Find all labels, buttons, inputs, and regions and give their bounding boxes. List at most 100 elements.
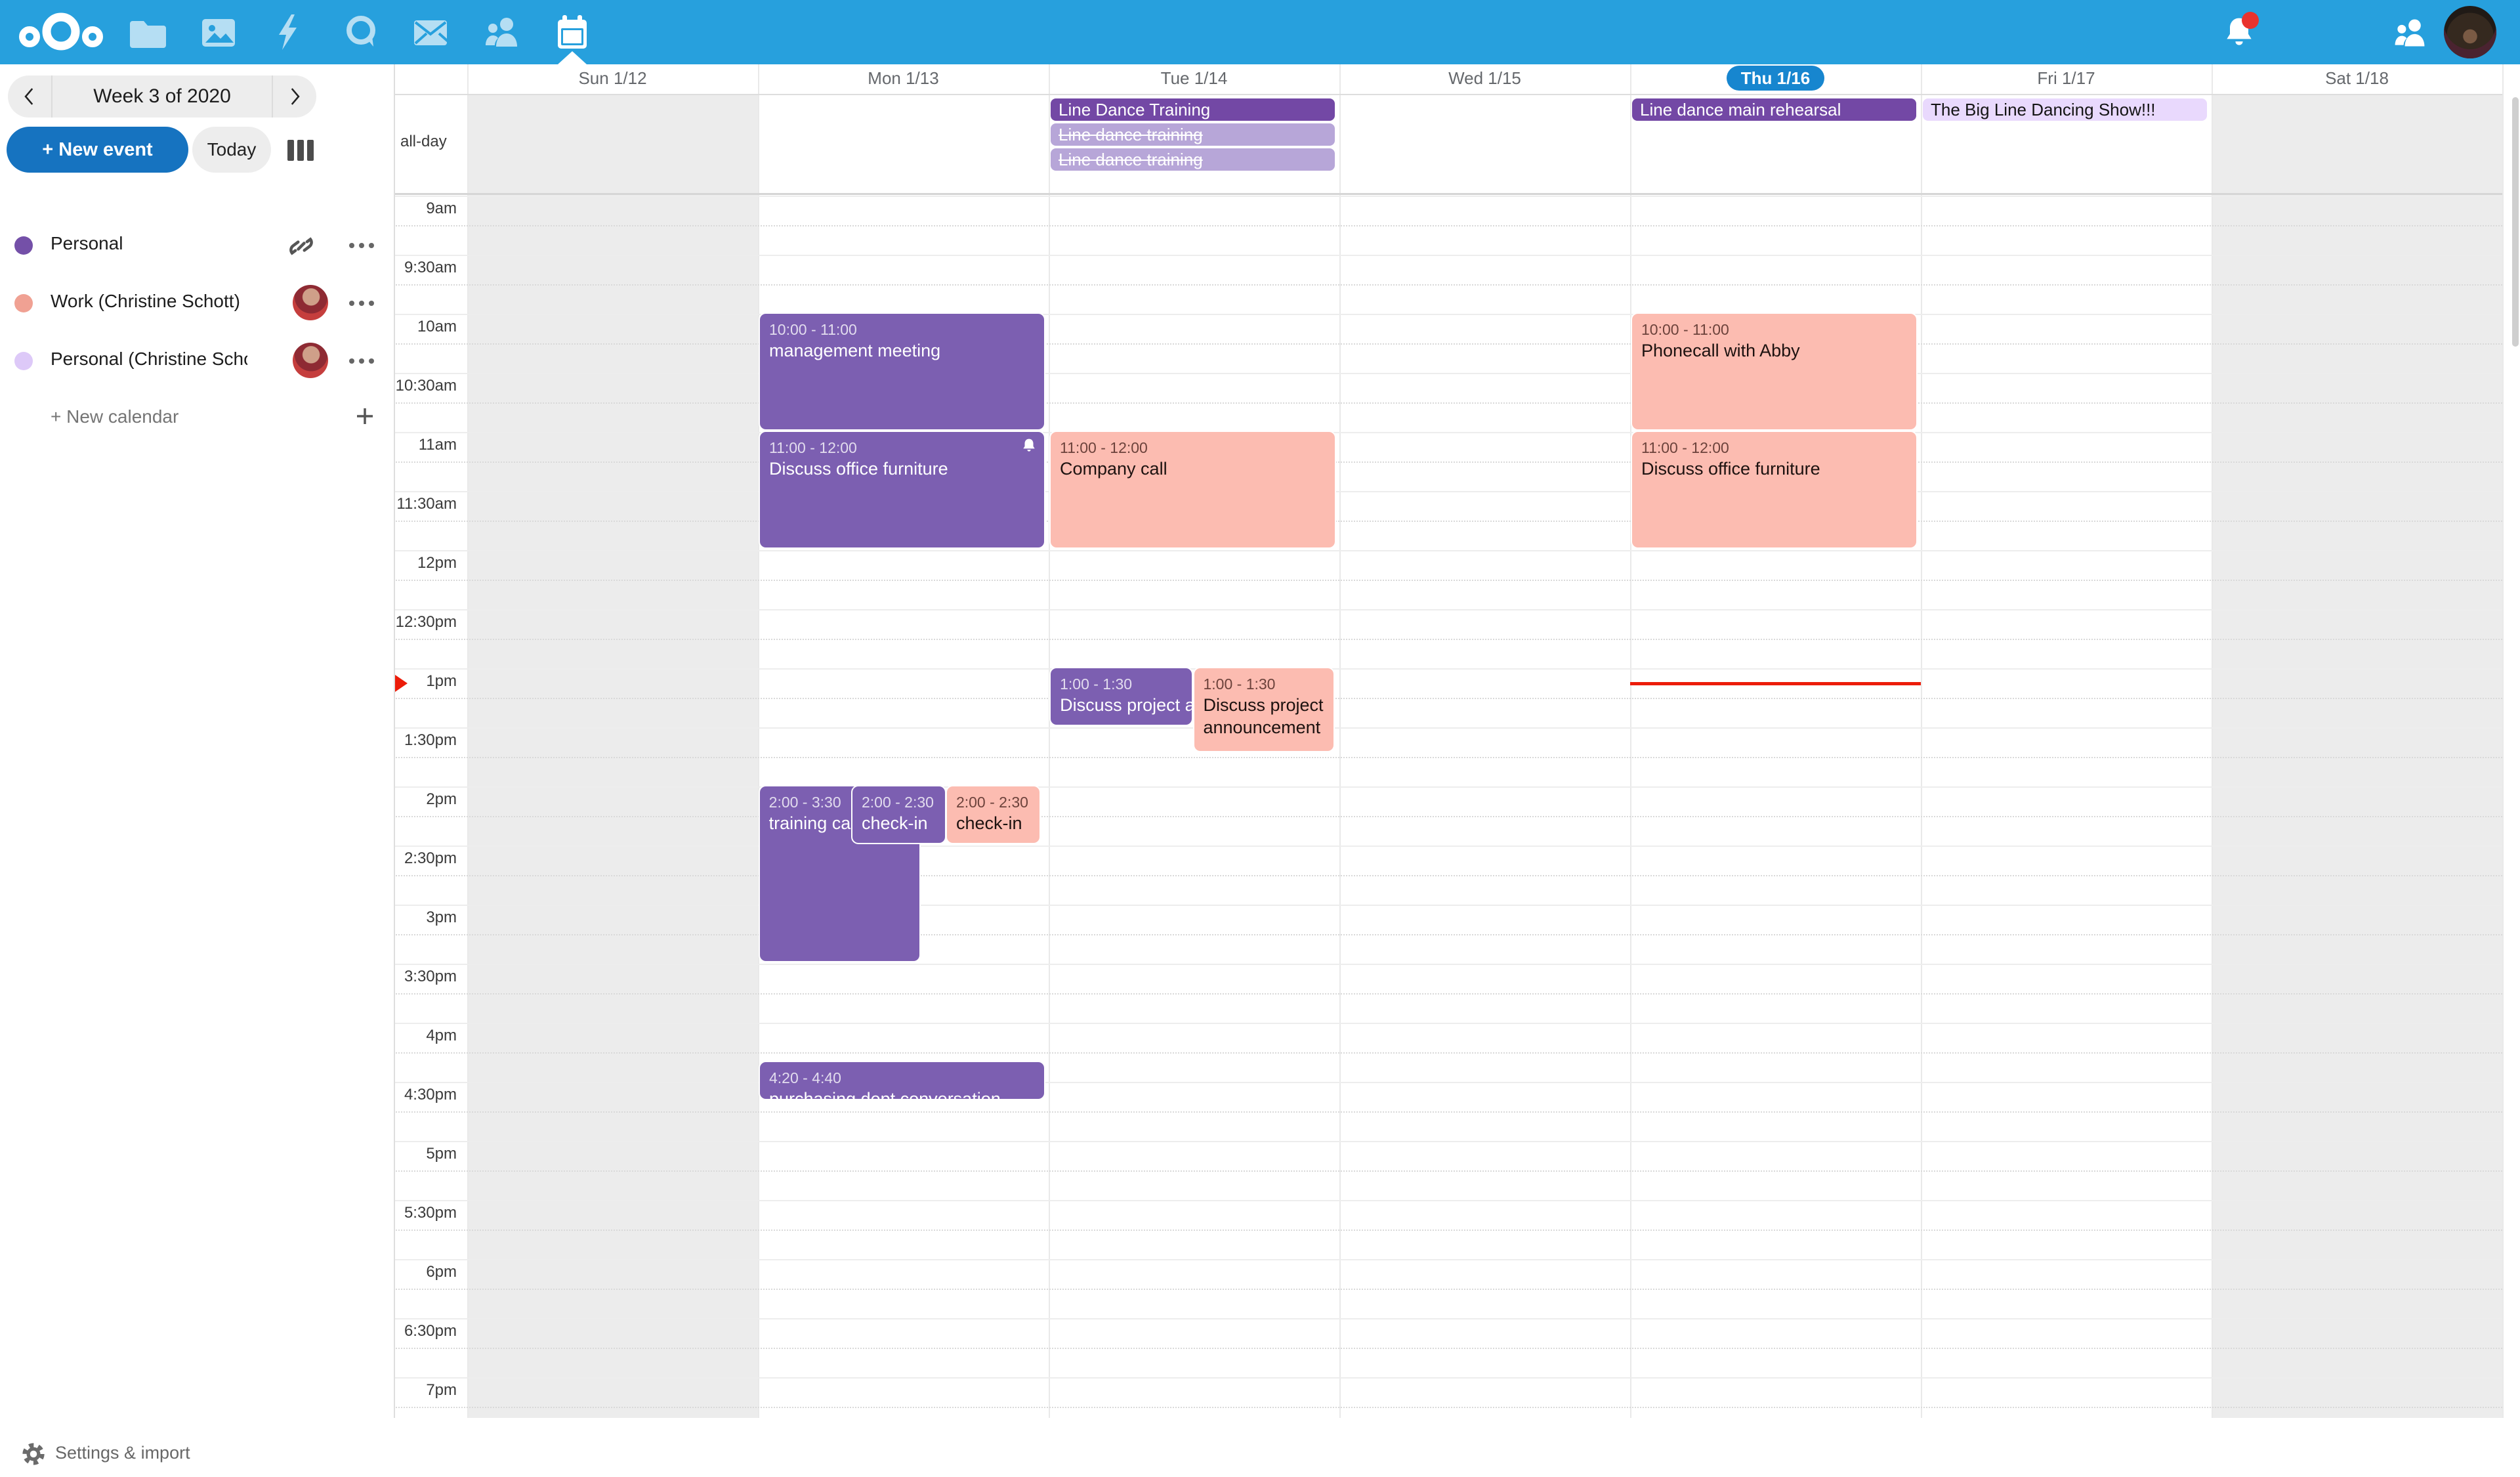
today-pill[interactable]: Thu 1/16 — [1727, 66, 1824, 91]
calendar-name: Work (Christine Schott) — [51, 291, 240, 312]
all-day-label: all-day — [400, 133, 463, 151]
plus-icon — [353, 404, 377, 428]
view-switcher-icon[interactable] — [287, 140, 314, 161]
nextcloud-logo[interactable] — [18, 9, 104, 55]
time-axis-label: 6pm — [394, 1263, 457, 1281]
calendar-list-item[interactable]: Work (Christine Schott) — [0, 274, 394, 332]
calendar-actions-menu-icon[interactable] — [349, 236, 378, 255]
active-app-pointer — [558, 51, 587, 64]
week-navigation: Week 3 of 2020 — [8, 75, 316, 118]
time-axis-label: 6:30pm — [394, 1322, 457, 1340]
day-header: Thu 1/16 — [1630, 64, 1921, 94]
event-time: 11:00 - 12:00 — [1641, 438, 1910, 458]
divider — [394, 94, 2502, 95]
app-icon-contacts[interactable] — [482, 12, 521, 53]
previous-week-button[interactable] — [8, 75, 51, 118]
timed-event[interactable]: 1:00 - 1:30Discuss project announcement — [1194, 668, 1334, 751]
contacts-menu-icon[interactable] — [2391, 14, 2428, 51]
calendar-actions-menu-icon[interactable] — [349, 352, 378, 370]
app-icon-activity[interactable] — [270, 12, 309, 53]
app-icon-talk[interactable] — [342, 12, 381, 53]
user-avatar[interactable] — [2444, 6, 2496, 58]
grid-vertical-line — [2502, 64, 2504, 1418]
timed-event[interactable]: 2:00 - 2:30check-in — [852, 786, 945, 843]
today-button[interactable]: Today — [192, 127, 271, 173]
event-time: 11:00 - 12:00 — [1060, 438, 1328, 458]
event-time: 10:00 - 11:00 — [769, 320, 1038, 339]
day-header: Sat 1/18 — [2212, 64, 2502, 94]
calendar-list-item[interactable]: Personal (Christine Scho... — [0, 332, 394, 390]
timed-event[interactable]: 1:00 - 1:30Discuss project announcement — [1051, 668, 1192, 725]
event-time: 1:00 - 1:30 — [1204, 674, 1328, 694]
shared-calendar-avatar — [293, 285, 328, 320]
app-icon-mail[interactable] — [411, 12, 450, 53]
settings-import[interactable]: Settings & import — [0, 1435, 394, 1477]
time-axis-label: 9am — [394, 200, 457, 218]
timed-event[interactable]: 10:00 - 11:00Phonecall with Abby — [1632, 314, 1916, 429]
event-title: Discuss project announcement — [1060, 694, 1185, 716]
time-axis-label: 10:30am — [394, 377, 457, 395]
app-icon-files[interactable] — [128, 12, 167, 53]
calendar-name: Personal (Christine Scho... — [51, 349, 247, 370]
day-header: Fri 1/17 — [1921, 64, 2212, 94]
alarm-bell-icon — [1020, 437, 1038, 456]
sidebar: Week 3 of 2020 + New event Today Persona… — [0, 64, 394, 1418]
time-axis-label: 2:30pm — [394, 849, 457, 868]
allday-event[interactable]: The Big Line Dancing Show!!! — [1923, 98, 2207, 121]
day-column[interactable] — [2212, 194, 2502, 1418]
new-calendar-button[interactable]: + New calendar — [0, 390, 394, 448]
next-week-button[interactable] — [273, 75, 316, 118]
timed-event[interactable]: 2:00 - 2:30check-in — [947, 786, 1040, 843]
calendar-grid: all-day Sun 1/12Mon 1/13Tue 1/14Wed 1/15… — [394, 64, 2520, 1418]
timed-event[interactable]: 11:00 - 12:00Discuss office furniture — [1632, 432, 1916, 547]
time-axis-label: 7pm — [394, 1381, 457, 1400]
timed-event[interactable]: 11:00 - 12:00Company call — [1051, 432, 1335, 547]
day-column[interactable] — [1921, 194, 2212, 1418]
time-axis-label: 12pm — [394, 554, 457, 572]
new-event-button[interactable]: + New event — [7, 127, 188, 173]
day-column[interactable] — [1049, 194, 1339, 1418]
divider — [394, 193, 2502, 195]
timed-event[interactable]: 10:00 - 11:00management meeting — [760, 314, 1044, 429]
time-axis-label: 4pm — [394, 1027, 457, 1045]
shared-calendar-avatar — [293, 343, 328, 378]
divider — [394, 64, 395, 1418]
gear-icon — [20, 1440, 47, 1468]
current-time-arrow — [395, 675, 408, 692]
calendar-name: Personal — [51, 233, 123, 254]
time-axis-label: 5:30pm — [394, 1204, 457, 1222]
event-time: 11:00 - 12:00 — [769, 438, 1038, 458]
day-header: Tue 1/14 — [1049, 64, 1339, 94]
event-title: Discuss office furniture — [769, 458, 1038, 480]
time-axis-label: 5pm — [394, 1145, 457, 1163]
event-title: check-in — [862, 812, 938, 834]
time-axis-label: 10am — [394, 318, 457, 336]
day-column[interactable] — [467, 194, 758, 1418]
event-time: 2:00 - 2:30 — [862, 792, 938, 812]
link-icon[interactable] — [284, 228, 319, 264]
allday-event[interactable]: Line Dance Training — [1051, 98, 1335, 121]
time-axis-label: 2pm — [394, 790, 457, 809]
allday-event[interactable]: Line dance main rehearsal — [1632, 98, 1916, 121]
timed-event[interactable]: 4:20 - 4:40purchasing dept conversation — [760, 1062, 1044, 1099]
event-title: management meeting — [769, 339, 1038, 362]
allday-event[interactable]: Line dance training — [1051, 123, 1335, 146]
app-icon-calendar[interactable] — [553, 12, 592, 53]
time-axis-label: 11am — [394, 436, 457, 454]
allday-event[interactable]: Line dance training — [1051, 148, 1335, 171]
event-title: Discuss office furniture — [1641, 458, 1910, 480]
calendar-actions-menu-icon[interactable] — [349, 294, 378, 312]
settings-label: Settings & import — [55, 1443, 190, 1463]
app-icon-photos[interactable] — [199, 12, 238, 53]
calendar-list-item[interactable]: Personal — [0, 217, 394, 274]
week-label[interactable]: Week 3 of 2020 — [51, 75, 273, 118]
notification-dot — [2242, 12, 2259, 29]
scrollbar[interactable] — [2512, 97, 2519, 347]
calendar-color-dot — [14, 352, 33, 370]
time-axis-label: 3pm — [394, 909, 457, 927]
day-column[interactable] — [1339, 194, 1630, 1418]
timed-event[interactable]: 11:00 - 12:00Discuss office furniture — [760, 432, 1044, 547]
top-bar — [0, 0, 2520, 64]
notifications-bell-icon[interactable] — [2221, 14, 2258, 51]
day-header: Sun 1/12 — [467, 64, 758, 94]
